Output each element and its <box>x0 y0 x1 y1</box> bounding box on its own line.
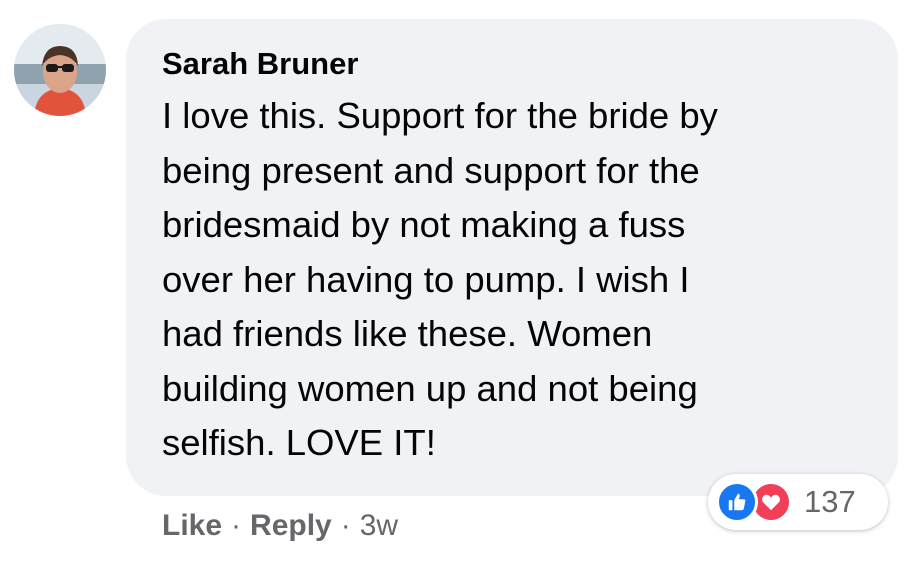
avatar[interactable] <box>14 24 106 116</box>
avatar-photo <box>14 24 106 116</box>
reactions-summary[interactable]: 137 <box>708 474 888 530</box>
comment-timestamp[interactable]: 3w <box>360 509 398 543</box>
comment-bubble: Sarah Bruner I love this. Support for th… <box>126 19 898 496</box>
comment-text-line: bridesmaid by not making a fuss <box>162 204 686 245</box>
separator-dot: · <box>340 509 351 542</box>
comment-text: I love this. Support for the bride by be… <box>162 89 870 471</box>
comment-text-line: I love this. Support for the bride by <box>162 95 718 136</box>
reaction-count: 137 <box>804 484 856 519</box>
comment-text-line: had friends like these. Women <box>162 313 653 354</box>
thumbs-up-icon <box>716 481 758 523</box>
comment-text-line: building women up and not being <box>162 367 698 409</box>
separator-dot: · <box>231 509 242 542</box>
comment-actions: Like · Reply · 3w <box>162 504 398 548</box>
comment-text-line: selfish. LOVE IT! <box>162 422 436 463</box>
comment-text-line: over her having to pump. I wish I <box>162 258 690 300</box>
comment-text-line: being present and support for the <box>162 149 700 191</box>
reply-button[interactable]: Reply <box>250 509 332 543</box>
like-button[interactable]: Like <box>162 509 222 543</box>
comment-author[interactable]: Sarah Bruner <box>162 45 870 83</box>
